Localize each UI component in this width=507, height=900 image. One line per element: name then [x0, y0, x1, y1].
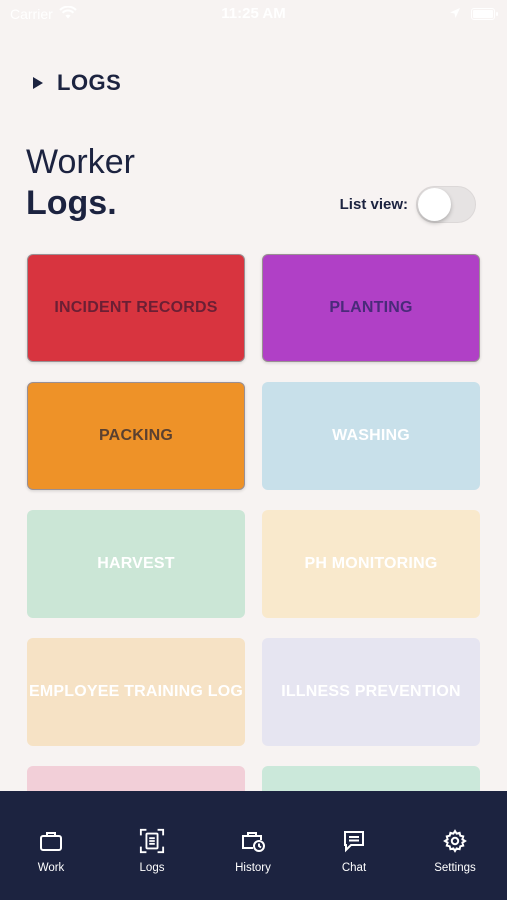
card-label: PLANTING: [329, 299, 413, 316]
logs-icon: [139, 828, 165, 854]
chat-icon: [341, 828, 367, 854]
card-label: PACKING: [99, 427, 173, 444]
nav-label: Work: [37, 862, 65, 874]
log-card-harvest[interactable]: HARVEST: [27, 510, 245, 618]
nav-item-chat[interactable]: Chat: [309, 791, 399, 900]
location-arrow-icon: [449, 6, 461, 22]
nav-label: History: [235, 862, 271, 874]
status-right: [449, 6, 498, 22]
log-card-illness-prevention[interactable]: ILLNESS PREVENTION: [262, 638, 480, 746]
briefcase-icon: [38, 828, 64, 854]
nav-label: Chat: [341, 862, 367, 874]
log-card-ph-monitoring[interactable]: PH MONITORING: [262, 510, 480, 618]
battery-icon: [471, 8, 498, 20]
page-title-line2: Logs.: [26, 184, 117, 222]
list-view-toggle[interactable]: [416, 186, 476, 223]
card-label: EMPLOYEE TRAINING LOG: [29, 683, 243, 700]
breadcrumb[interactable]: LOGS: [33, 70, 121, 96]
log-card-employee-training-log[interactable]: EMPLOYEE TRAINING LOG: [27, 638, 245, 746]
logs-screen: Carrier 11:25 AM LOGS Worker Logs. List …: [0, 0, 507, 900]
list-view-control: List view:: [340, 186, 476, 223]
status-bar: Carrier 11:25 AM: [0, 0, 507, 28]
card-label: PH MONITORING: [304, 555, 438, 572]
log-card-packing[interactable]: PACKING: [27, 382, 245, 490]
status-time: 11:25 AM: [221, 5, 286, 22]
card-label: WASHING: [332, 427, 410, 444]
history-icon: [240, 828, 266, 854]
log-card-washing[interactable]: WASHING: [262, 382, 480, 490]
nav-item-work[interactable]: Work: [6, 791, 96, 900]
toggle-knob: [418, 188, 451, 221]
card-label: ILLNESS PREVENTION: [281, 683, 461, 700]
nav-item-logs[interactable]: Logs: [107, 791, 197, 900]
nav-item-history[interactable]: History: [208, 791, 298, 900]
list-view-label: List view:: [339, 196, 408, 213]
card-label: HARVEST: [97, 555, 175, 572]
log-card-incident-records[interactable]: INCIDENT RECORDS: [27, 254, 245, 362]
nav-label: Logs: [139, 862, 165, 874]
bottom-nav: Work Logs History Chat Settings: [0, 791, 507, 900]
log-card-planting[interactable]: PLANTING: [262, 254, 480, 362]
breadcrumb-label: LOGS: [57, 70, 122, 95]
nav-label: Settings: [434, 862, 476, 874]
card-label: INCIDENT RECORDS: [54, 299, 218, 316]
gear-icon: [442, 828, 468, 854]
page-title-line1: Worker: [26, 143, 135, 181]
caret-right-icon: [33, 77, 43, 89]
nav-item-settings[interactable]: Settings: [410, 791, 500, 900]
